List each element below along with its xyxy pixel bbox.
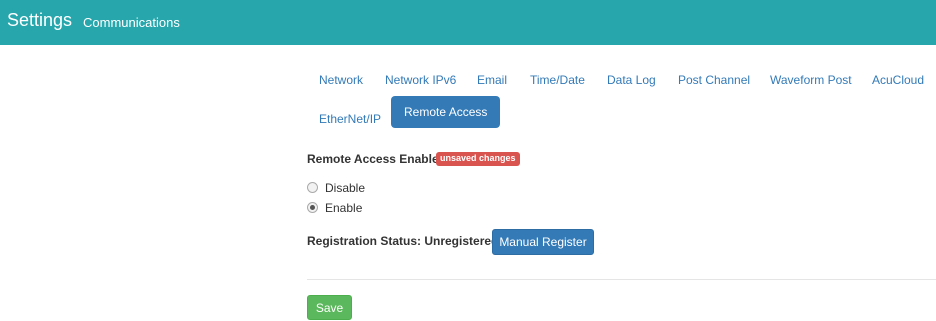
enable-radio[interactable] bbox=[307, 202, 318, 213]
tab-post-channel[interactable]: Post Channel bbox=[666, 65, 762, 95]
tab-network[interactable]: Network bbox=[307, 65, 375, 95]
manual-register-button[interactable]: Manual Register bbox=[492, 229, 594, 255]
app-header: Settings Communications bbox=[0, 0, 936, 45]
tab-acucloud[interactable]: AcuCloud bbox=[860, 65, 936, 95]
tab-network-ipv6[interactable]: Network IPv6 bbox=[373, 65, 468, 95]
unsaved-changes-badge: unsaved changes bbox=[436, 152, 520, 166]
disable-radio[interactable] bbox=[307, 182, 318, 193]
registration-status: Registration Status: Unregistered bbox=[307, 234, 499, 248]
tab-ethernet-ip[interactable]: EtherNet/IP bbox=[307, 104, 393, 134]
tab-time-date[interactable]: Time/Date bbox=[518, 65, 597, 95]
tab-email[interactable]: Email bbox=[465, 65, 519, 95]
tab-remote-access[interactable]: Remote Access bbox=[391, 96, 501, 128]
page-title: Settings bbox=[7, 10, 73, 30]
tab-data-log[interactable]: Data Log bbox=[595, 65, 668, 95]
page-subtitle: Communications bbox=[83, 15, 180, 30]
enable-label: Enable bbox=[325, 201, 363, 215]
remote-access-enable-label: Remote Access Enable bbox=[307, 152, 439, 166]
disable-option[interactable]: Disable bbox=[307, 181, 365, 195]
enable-option[interactable]: Enable bbox=[307, 201, 362, 215]
save-button[interactable]: Save bbox=[307, 295, 352, 320]
disable-label: Disable bbox=[325, 181, 366, 195]
divider bbox=[307, 279, 936, 280]
tab-waveform-post[interactable]: Waveform Post bbox=[758, 65, 864, 95]
